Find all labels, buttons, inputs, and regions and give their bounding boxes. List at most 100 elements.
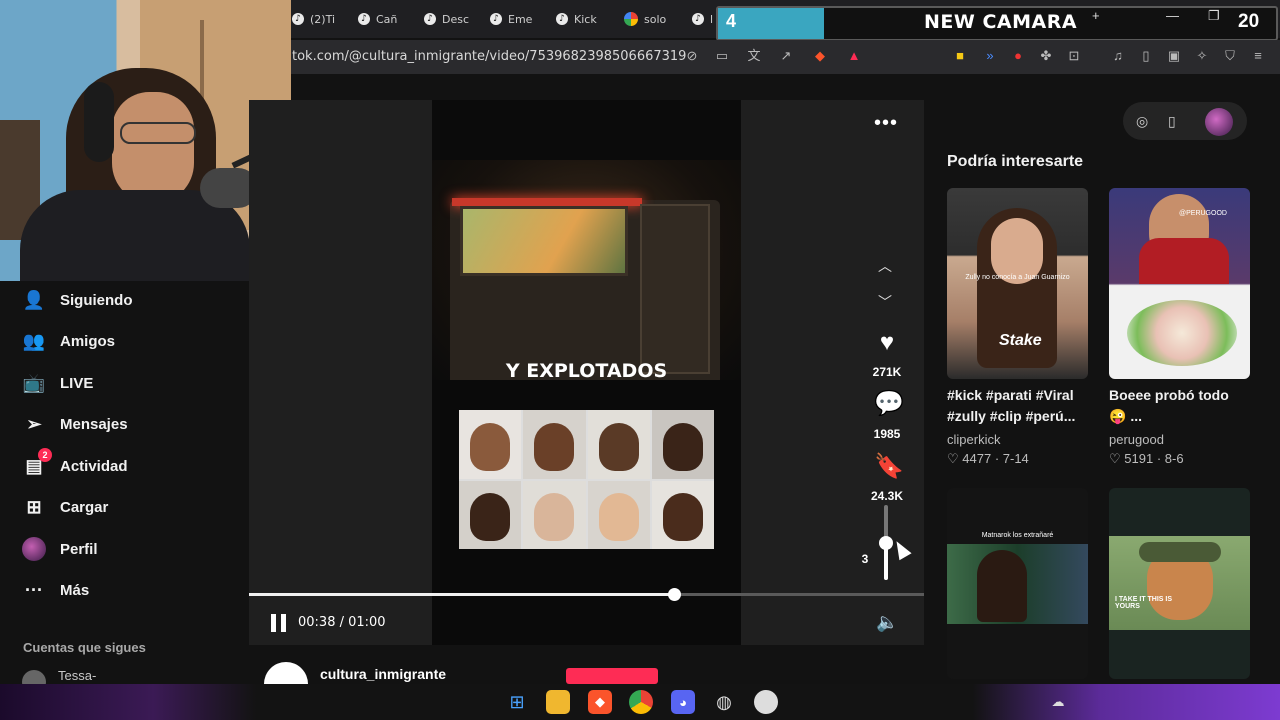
sidebar-item-siguiendo[interactable]: 👤 Siguiendo	[22, 288, 133, 312]
pause-icon[interactable]	[271, 614, 287, 632]
video-thumbnail[interactable]: Matnarok los extrañaré	[947, 488, 1088, 679]
extensions-puzzle-icon[interactable]: ✤	[1038, 48, 1054, 64]
brave-browser-icon[interactable]: ◆	[588, 690, 612, 714]
follow-button[interactable]	[566, 668, 658, 684]
menu-icon[interactable]: ≡	[1250, 48, 1266, 64]
overlay-left-number: 4	[726, 11, 737, 31]
save-count: 24.3K	[870, 489, 904, 503]
sidebar-item-mensajes[interactable]: ➢ Mensajes	[22, 412, 127, 436]
overlay-title: NEW CAMARA	[924, 11, 1078, 33]
share-icon[interactable]: ↗	[778, 48, 794, 64]
sidebar-item-actividad[interactable]: ▤ 2 Actividad	[22, 448, 128, 478]
video-author[interactable]: cliperkick	[947, 432, 1000, 447]
sidebar-item-live[interactable]: 📺 LIVE	[22, 371, 94, 395]
media-icon[interactable]: ♫	[1110, 48, 1126, 64]
volume-icon[interactable]: 🔈	[876, 612, 898, 633]
activity-icon: ▤ 2	[22, 448, 52, 478]
video-stats: ♡ 5191 · 8-6	[1109, 451, 1184, 466]
video-title[interactable]: Boeee probó todo 😜 ...	[1109, 385, 1249, 427]
no-tracking-icon[interactable]: ⊘	[684, 48, 700, 64]
url-field[interactable]: tok.com/@cultura_inmigrante/video/753968…	[292, 49, 686, 64]
leo-icon[interactable]: ✧	[1194, 48, 1210, 64]
browser-tab[interactable]: solo	[624, 6, 666, 32]
discord-icon[interactable]: ◕	[671, 690, 695, 714]
video-thumbnail[interactable]: I TAKE IT THIS IS YOURS	[1109, 488, 1250, 679]
more-icon: ···	[25, 579, 43, 600]
volume-slider[interactable]	[879, 505, 893, 580]
wallet-icon[interactable]: ▣	[1166, 48, 1182, 64]
app-icon[interactable]	[754, 690, 778, 714]
extension-icon[interactable]: ●	[1010, 48, 1026, 64]
cast-icon[interactable]: ▭	[714, 48, 730, 64]
tiktok-icon: ♪	[424, 13, 436, 25]
sidebar-item-mas[interactable]: ··· Más	[22, 578, 89, 602]
author-name[interactable]: cultura_inmigrante	[320, 666, 446, 682]
video-author[interactable]: perugood	[1109, 432, 1164, 447]
thumbnail-text: @PERUGOOD	[1179, 210, 1227, 217]
browser-tab[interactable]: ♪ Eme	[490, 6, 532, 32]
brave-shield-icon[interactable]: ◆	[812, 48, 828, 64]
browser-tab[interactable]: ♪ Cañ	[358, 6, 397, 32]
browser-tab[interactable]: ♪ Kick	[556, 6, 597, 32]
browser-tab[interactable]: ♪ l	[692, 6, 713, 32]
comment-icon[interactable]: 💬	[874, 391, 904, 417]
following-icon: 👤	[22, 289, 46, 310]
chrome-icon[interactable]	[629, 690, 653, 714]
more-options-icon[interactable]: •••	[874, 112, 898, 135]
windows-start-icon[interactable]: ⊞	[505, 690, 529, 714]
chevron-down-icon[interactable]: ﹀	[878, 292, 892, 312]
upload-icon: ⊞	[26, 496, 42, 517]
volume-knob[interactable]	[879, 535, 893, 550]
video-stats: ♡ 4477 · 7-14	[947, 451, 1029, 466]
like-count: 271K	[872, 365, 902, 379]
avatar[interactable]	[1205, 108, 1233, 136]
chevron-up-icon[interactable]: ︿	[878, 256, 892, 276]
browser-tab[interactable]: ♪ Desc	[424, 6, 469, 32]
video-thumbnail[interactable]: Zully no conocía a Juan Guarnizo Stake	[947, 188, 1088, 379]
photo-grid	[459, 410, 714, 549]
compass-icon[interactable]: ◎	[1136, 113, 1148, 130]
heart-icon: ♡	[1109, 451, 1125, 466]
tiktok-icon: ♪	[556, 13, 568, 25]
brand-logo: Stake	[999, 332, 1042, 349]
brave-rewards-icon[interactable]: ▲	[846, 48, 862, 64]
progress-bar[interactable]	[249, 588, 924, 601]
notification-badge: 2	[38, 448, 52, 462]
sidebar-item-cargar[interactable]: ⊞ Cargar	[22, 495, 108, 519]
like-icon[interactable]: ♥	[874, 330, 900, 356]
file-explorer-icon[interactable]	[546, 690, 570, 714]
tiktok-icon: ♪	[692, 13, 704, 25]
sidebar-item-amigos[interactable]: 👥 Amigos	[22, 329, 115, 353]
heart-icon: ♡	[947, 451, 963, 466]
screenshot-icon[interactable]: ⊡	[1066, 48, 1082, 64]
new-tab-button[interactable]: +	[1092, 8, 1100, 23]
phone-icon[interactable]: ▯	[1168, 113, 1176, 130]
browser-tab[interactable]: ♪ (2)Ti	[292, 6, 335, 32]
video-thumbnail[interactable]: @PERUGOOD	[1109, 188, 1250, 379]
video-caption: Y EXPLOTADOS	[505, 360, 668, 382]
translate-icon[interactable]: 文	[746, 48, 762, 64]
sidebar-icon[interactable]: ▯	[1138, 48, 1154, 64]
minimize-icon[interactable]: —	[1166, 8, 1179, 23]
thumbnail-text: I TAKE IT THIS IS YOURS	[1115, 596, 1173, 610]
obs-icon[interactable]: ◍	[712, 690, 736, 714]
avatar	[22, 537, 46, 561]
extension-icon[interactable]: »	[982, 48, 998, 64]
vpn-icon[interactable]: ⛉	[1222, 48, 1238, 64]
followed-account-name[interactable]: Tessa-	[58, 668, 96, 683]
video-title[interactable]: #kick #parati #Viral #zully #clip #perú.…	[947, 385, 1087, 427]
sidebar-item-perfil[interactable]: Perfil	[22, 537, 98, 561]
cloud-icon[interactable]: ☁	[1046, 690, 1070, 714]
screen: ♪ (2)Ti ♪ Cañ ♪ Desc ♪ Eme ♪ Kick solo ♪ l 4 N…	[0, 0, 1280, 720]
messages-icon: ➢	[26, 413, 42, 434]
share-count: 3	[861, 552, 869, 566]
tiktok-icon: ♪	[292, 13, 304, 25]
following-section-title: Cuentas que sigues	[23, 640, 146, 655]
restore-icon[interactable]: ❐	[1208, 8, 1220, 24]
extension-icon[interactable]: ■	[952, 48, 968, 64]
friends-icon: 👥	[22, 330, 46, 351]
video-frame[interactable]: Y EXPLOTADOS	[432, 100, 741, 645]
progress-fill	[249, 593, 675, 596]
bookmark-icon[interactable]: 🔖	[874, 454, 904, 480]
thumbnail-text: Zully no conocía a Juan Guarnizo	[965, 274, 1070, 281]
